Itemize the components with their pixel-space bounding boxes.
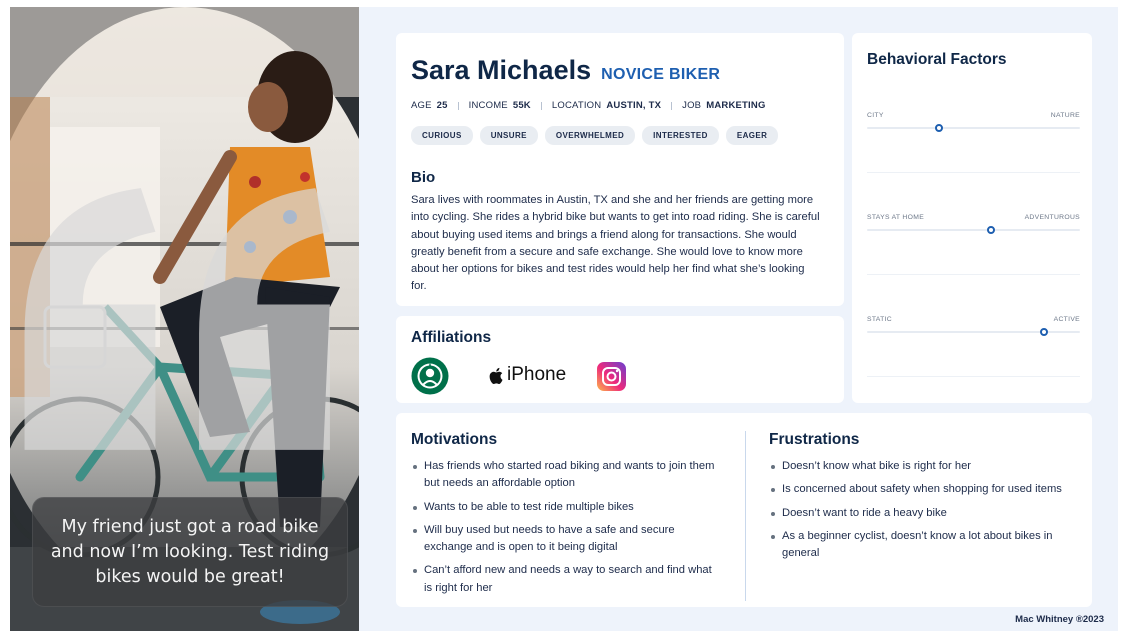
frustrations-heading: Frustrations <box>769 431 860 448</box>
slider-track <box>867 124 1080 132</box>
slider-track <box>867 226 1080 234</box>
slider-left-label: STATIC <box>867 316 892 323</box>
slider-static-active: STATIC ACTIVE <box>867 316 1080 336</box>
slider-left-label: CITY <box>867 112 884 119</box>
frustrations-list: Doesn’t know what bike is right for her … <box>769 458 1074 562</box>
credit-text: Mac Whitney ®2023 <box>1015 614 1104 625</box>
persona-name: Sara Michaels <box>411 55 592 85</box>
meta-value-age: 25 <box>436 100 448 111</box>
list-item: Has friends who started road biking and … <box>411 458 716 493</box>
affiliations-card: Affiliations iPhone <box>396 316 844 403</box>
meta-divider <box>540 101 542 110</box>
meta-key-job: JOB <box>682 100 702 111</box>
meta-divider <box>457 101 459 110</box>
list-item: Doesn’t want to ride a heavy bike <box>769 505 1074 522</box>
slider-city-nature: CITY NATURE <box>867 112 1080 132</box>
meta-key-income: INCOME <box>468 100 508 111</box>
motivations-list: Has friends who started road biking and … <box>411 458 716 597</box>
divider <box>867 274 1080 275</box>
persona-board: My friend just got a road bike and now I… <box>10 7 1118 631</box>
affiliations-heading: Affiliations <box>411 329 492 346</box>
divider <box>867 376 1080 377</box>
slider-right-label: ADVENTUROUS <box>1024 214 1080 221</box>
list-item: Will buy used but needs to have a safe a… <box>411 522 716 557</box>
iphone-wordmark: iPhone <box>507 364 567 385</box>
affiliation-logos: iPhone <box>411 357 829 397</box>
name-row: Sara Michaels NOVICE BIKER <box>411 55 829 86</box>
motivations-frustrations-card: Motivations Has friends who started road… <box>396 413 1092 607</box>
list-item: Is concerned about safety when shopping … <box>769 481 1074 498</box>
slider-knob <box>1039 328 1048 336</box>
slider-home-adventurous: STAYS AT HOME ADVENTUROUS <box>867 214 1080 234</box>
iphone-logo: iPhone <box>489 364 566 386</box>
bio-heading: Bio <box>411 169 436 186</box>
meta-key-age: AGE <box>411 100 432 111</box>
instagram-logo-icon <box>597 362 626 391</box>
meta-value-income: 55K <box>512 100 531 111</box>
slider-track <box>867 328 1080 336</box>
column-divider <box>745 431 746 601</box>
list-item: As a beginner cyclist, doesn’t know a lo… <box>769 528 1074 563</box>
trait-tag: UNSURE <box>479 126 538 145</box>
divider <box>867 172 1080 173</box>
trait-tag: CURIOUS <box>411 126 473 145</box>
behavioral-factors-card: Behavioral Factors CITY NATURE STAYS AT … <box>852 33 1092 403</box>
slider-knob <box>935 124 944 132</box>
meta-key-location: LOCATION <box>551 100 602 111</box>
behavioral-heading: Behavioral Factors <box>867 51 1007 68</box>
slider-right-label: NATURE <box>1050 112 1080 119</box>
motivations-heading: Motivations <box>411 431 498 448</box>
persona-photo: My friend just got a road bike and now I… <box>10 7 359 631</box>
quote-card: My friend just got a road bike and now I… <box>32 497 348 607</box>
slider-left-label: STAYS AT HOME <box>867 214 925 221</box>
apple-icon <box>489 367 503 384</box>
list-item: Can’t afford new and needs a way to sear… <box>411 562 716 597</box>
list-item: Doesn’t know what bike is right for her <box>769 458 1074 475</box>
trait-tag: OVERWHELMED <box>544 126 636 145</box>
demographics: AGE 25 INCOME 55K LOCATION AUSTIN, TX JO… <box>411 100 829 111</box>
trait-tag: EAGER <box>725 126 779 145</box>
meta-value-location: AUSTIN, TX <box>606 100 662 111</box>
list-item: Wants to be able to test ride multiple b… <box>411 499 716 516</box>
profile-card: Sara Michaels NOVICE BIKER AGE 25 INCOME… <box>396 33 844 306</box>
slider-knob <box>986 226 995 234</box>
slider-right-label: ACTIVE <box>1053 316 1080 323</box>
meta-value-job: MARKETING <box>706 100 766 111</box>
starbucks-logo-icon <box>411 357 449 395</box>
bio-text: Sara lives with roommates in Austin, TX … <box>411 194 820 293</box>
meta-divider <box>671 101 673 110</box>
frustrations-section: Frustrations Doesn’t know what bike is r… <box>769 431 1074 568</box>
quote-text: My friend just got a road bike and now I… <box>50 516 330 587</box>
motivations-section: Motivations Has friends who started road… <box>411 431 716 603</box>
trait-tags: CURIOUS UNSURE OVERWHELMED INTERESTED EA… <box>411 126 829 145</box>
persona-role: NOVICE BIKER <box>601 66 721 83</box>
trait-tag: INTERESTED <box>642 126 719 145</box>
